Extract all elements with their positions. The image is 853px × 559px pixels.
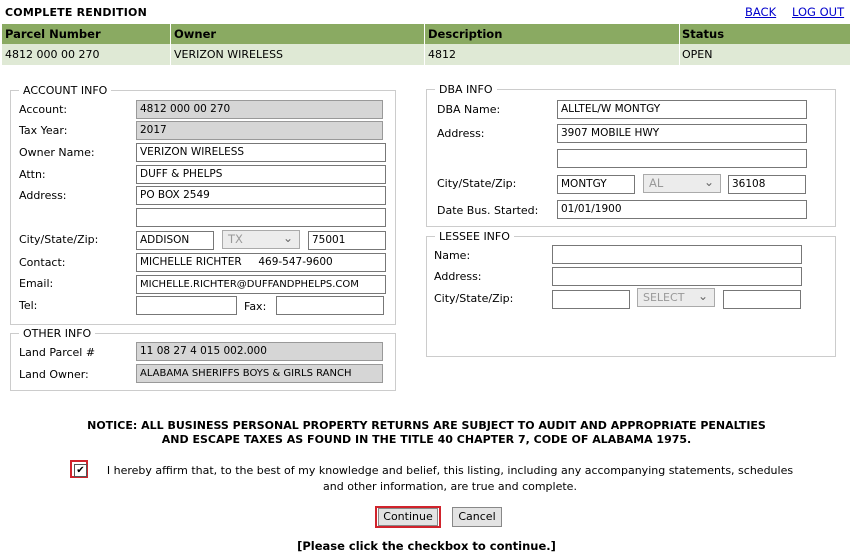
lessee-state-select[interactable]: SELECT ⌄ (637, 288, 715, 307)
address-line1-input[interactable]: PO BOX 2549 (136, 186, 386, 205)
cell-owner: VERIZON WIRELESS (174, 48, 284, 61)
chevron-down-icon: ⌄ (697, 289, 708, 303)
continue-button[interactable]: Continue (378, 508, 438, 526)
audit-notice: NOTICE: ALL BUSINESS PERSONAL PROPERTY R… (0, 419, 853, 447)
grid-divider (170, 24, 171, 65)
dba-zip-input[interactable]: 36108 (728, 175, 806, 194)
dba-info-legend: DBA INFO (435, 83, 497, 96)
attn-input[interactable]: DUFF & PHELPS (136, 165, 386, 184)
lessee-address-label: Address: (434, 270, 482, 283)
city-state-zip-label: City/State/Zip: (19, 233, 99, 246)
affirm-line-1: I hereby affirm that, to the best of my … (106, 464, 794, 477)
page-title: COMPLETE RENDITION (5, 6, 147, 19)
attn-label: Attn: (19, 168, 46, 181)
lessee-name-label: Name: (434, 249, 471, 262)
col-header-owner: Owner (174, 27, 217, 41)
tel-input[interactable] (136, 296, 237, 315)
dba-state-select-value: AL (649, 176, 664, 190)
back-link[interactable]: BACK (745, 5, 776, 19)
lessee-address-input[interactable] (552, 267, 802, 286)
grid-row (2, 44, 850, 65)
col-header-description: Description (428, 27, 503, 41)
dba-city-input[interactable]: MONTGY (557, 175, 635, 194)
chevron-down-icon: ⌄ (703, 175, 714, 189)
date-started-input[interactable]: 01/01/1900 (557, 200, 807, 219)
lessee-info-legend: LESSEE INFO (435, 230, 514, 243)
grid-divider (679, 24, 680, 65)
dba-address-line2-input[interactable] (557, 149, 807, 168)
lessee-zip-input[interactable] (723, 290, 801, 309)
dba-address-label: Address: (437, 127, 485, 140)
dba-city-state-zip-label: City/State/Zip: (437, 177, 517, 190)
account-label: Account: (19, 103, 68, 116)
dba-name-label: DBA Name: (437, 103, 501, 116)
lessee-state-select-value: SELECT (643, 291, 685, 304)
fax-input[interactable] (276, 296, 384, 315)
account-field: 4812 000 00 270 (136, 100, 383, 119)
email-label: Email: (19, 277, 54, 290)
address-label: Address: (19, 189, 67, 202)
col-header-status: Status (682, 27, 725, 41)
notice-line-1: NOTICE: ALL BUSINESS PERSONAL PROPERTY R… (87, 419, 766, 432)
lessee-name-input[interactable] (552, 245, 802, 264)
email-input[interactable]: MICHELLE.RICHTER@DUFFANDPHELPS.COM (136, 275, 386, 294)
address-line2-input[interactable] (136, 208, 386, 227)
notice-line-2: AND ESCAPE TAXES AS FOUND IN THE TITLE 4… (161, 433, 692, 446)
continue-hint: [Please click the checkbox to continue.] (297, 539, 556, 553)
cell-parcel: 4812 000 00 270 (5, 48, 100, 61)
contact-input[interactable]: MICHELLE RICHTER 469-547-9600 (136, 253, 386, 272)
state-select[interactable]: TX ⌄ (222, 230, 300, 249)
lessee-city-input[interactable] (552, 290, 630, 309)
state-select-value: TX (228, 232, 243, 246)
land-parcel-field: 11 08 27 4 015 002.000 (136, 342, 383, 361)
tax-year-field: 2017 (136, 121, 383, 140)
affirm-text: I hereby affirm that, to the best of my … (80, 463, 820, 495)
col-header-parcel: Parcel Number (5, 27, 101, 41)
land-parcel-label: Land Parcel # (19, 346, 96, 359)
logout-link[interactable]: LOG OUT (792, 5, 844, 19)
land-owner-field: ALABAMA SHERIFFS BOYS & GIRLS RANCH (136, 364, 383, 383)
lessee-city-state-zip-label: City/State/Zip: (434, 292, 514, 305)
date-started-label: Date Bus. Started: (437, 204, 539, 217)
tel-label: Tel: (19, 299, 38, 312)
owner-name-label: Owner Name: (19, 146, 95, 159)
cancel-button[interactable]: Cancel (452, 507, 502, 527)
grid-divider (424, 24, 425, 65)
continue-button-highlight: Continue (375, 506, 441, 528)
contact-label: Contact: (19, 256, 66, 269)
dba-name-input[interactable]: ALLTEL/W MONTGY (557, 100, 807, 119)
dba-state-select[interactable]: AL ⌄ (643, 174, 721, 193)
cell-description: 4812 (428, 48, 456, 61)
fax-label: Fax: (244, 300, 267, 313)
zip-input[interactable]: 75001 (308, 231, 386, 250)
land-owner-label: Land Owner: (19, 368, 89, 381)
city-input[interactable]: ADDISON (136, 231, 214, 250)
cell-status: OPEN (682, 48, 713, 61)
account-info-legend: ACCOUNT INFO (19, 84, 112, 97)
tax-year-label: Tax Year: (19, 124, 68, 137)
affirm-line-2: and other information, are true and comp… (323, 480, 577, 493)
other-info-legend: OTHER INFO (19, 327, 96, 340)
chevron-down-icon: ⌄ (282, 231, 293, 245)
owner-name-input[interactable]: VERIZON WIRELESS (136, 143, 386, 162)
dba-address-line1-input[interactable]: 3907 MOBILE HWY (557, 124, 807, 143)
